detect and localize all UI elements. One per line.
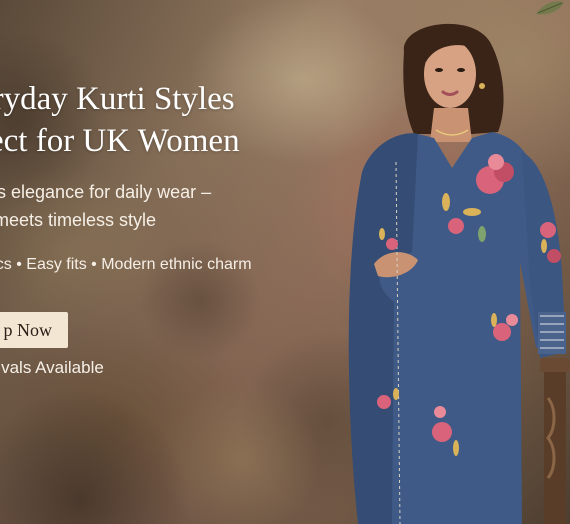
wooden-stand-icon <box>540 358 570 524</box>
shop-now-button[interactable]: p Now <box>0 312 68 348</box>
subtitle-line-1: ess elegance for daily wear – <box>0 182 212 202</box>
shop-now-label: p Now <box>3 320 53 340</box>
hero-copy: eryday Kurti Styles fect for UK Women es… <box>0 78 338 274</box>
hero-banner: eryday Kurti Styles fect for UK Women es… <box>0 0 570 524</box>
model-image <box>348 23 566 524</box>
headline-line-2: fect for UK Women <box>0 123 240 159</box>
subtitle: ess elegance for daily wear – rt meets t… <box>0 178 338 234</box>
subtitle-line-2: rt meets timeless style <box>0 210 157 230</box>
new-arrivals-note: rrivals Available <box>0 358 104 377</box>
headline-line-1: eryday Kurti Styles <box>0 81 235 117</box>
feature-list: brics • Easy fits • Modern ethnic charm <box>0 256 252 273</box>
headline: eryday Kurti Styles fect for UK Women <box>0 78 338 162</box>
